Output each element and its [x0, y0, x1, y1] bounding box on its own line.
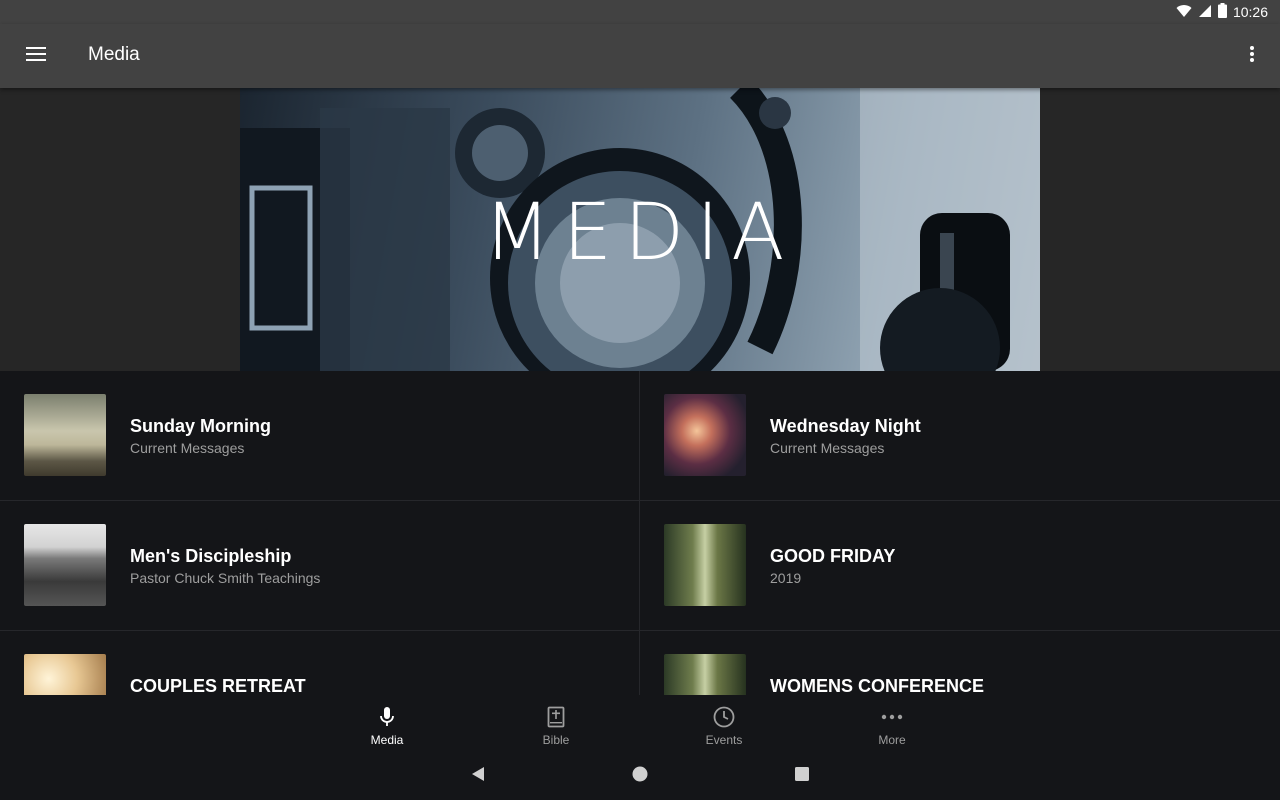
media-item-wednesday-night[interactable]: Wednesday Night Current Messages [640, 371, 1280, 501]
home-button[interactable] [628, 764, 652, 788]
app-bar: Media [0, 24, 1280, 88]
hero-title: MEDIA [483, 188, 797, 278]
nav-label: Media [370, 733, 404, 747]
item-subtitle: Current Messages [770, 440, 885, 456]
nav-tab-more[interactable]: More [842, 695, 942, 752]
bible-icon [547, 705, 565, 729]
item-subtitle: Pastor Chuck Smith Teachings [130, 570, 321, 586]
back-triangle-icon [470, 766, 486, 787]
signal-icon [1198, 4, 1212, 21]
thumbnail-image [664, 524, 746, 606]
item-subtitle: 2019 [770, 570, 802, 586]
home-circle-icon [632, 766, 648, 787]
nav-tab-media[interactable]: Media [337, 695, 437, 752]
recents-square-icon [794, 766, 810, 787]
item-title: COUPLES RETREAT [130, 676, 306, 695]
media-item-sunday-morning[interactable]: Sunday Morning Current Messages [0, 371, 640, 501]
nav-label: Events [705, 733, 743, 747]
media-item-good-friday[interactable]: GOOD FRIDAY 2019 [640, 501, 1280, 631]
grid-row: Sunday Morning Current Messages Wednesda… [0, 371, 1280, 501]
item-title: Wednesday Night [770, 416, 921, 436]
page-title: Media [88, 44, 140, 65]
system-navigation-bar [0, 752, 1280, 800]
hero-banner: MEDIA [240, 88, 1040, 371]
media-item-mens-discipleship[interactable]: Men's Discipleship Pastor Chuck Smith Te… [0, 501, 640, 631]
thumbnail-image [664, 394, 746, 476]
thumbnail-image [24, 654, 106, 695]
grid-row: Men's Discipleship Pastor Chuck Smith Te… [0, 501, 1280, 631]
back-button[interactable] [466, 764, 490, 788]
item-subtitle: Current Messages [130, 440, 245, 456]
item-title: GOOD FRIDAY [770, 546, 896, 566]
recents-button[interactable] [790, 764, 814, 788]
nav-label: Bible [542, 733, 570, 747]
media-item-couples-retreat[interactable]: COUPLES RETREAT [0, 631, 640, 695]
item-title: WOMENS CONFERENCE [770, 676, 985, 695]
item-title: Sunday Morning [130, 416, 271, 436]
clock-icon [713, 705, 735, 729]
battery-icon [1217, 3, 1227, 21]
status-bar: 10:26 [0, 0, 1280, 24]
media-item-womens-conference[interactable]: WOMENS CONFERENCE [640, 631, 1280, 695]
wifi-icon [1176, 4, 1192, 21]
overflow-menu-button[interactable] [1240, 36, 1264, 76]
menu-button[interactable] [16, 36, 56, 76]
more-vertical-icon [1250, 45, 1254, 67]
nav-tab-events[interactable]: Events [674, 695, 774, 752]
item-title: Men's Discipleship [130, 546, 292, 566]
thumbnail-image [24, 394, 106, 476]
microphone-icon [379, 705, 395, 729]
thumbnail-image [664, 654, 746, 695]
bottom-navigation: Media Bible Events More [0, 695, 1280, 752]
media-grid: Sunday Morning Current Messages Wednesda… [0, 371, 1280, 695]
hamburger-menu-icon [26, 46, 46, 66]
nav-label: More [878, 733, 906, 747]
status-icons: 10:26 [1176, 0, 1268, 24]
nav-tab-bible[interactable]: Bible [506, 695, 606, 752]
thumbnail-image [24, 524, 106, 606]
more-horizontal-icon [881, 705, 903, 729]
status-time: 10:26 [1232, 4, 1268, 20]
grid-row: COUPLES RETREAT WOMENS CONFERENCE [0, 631, 1280, 695]
